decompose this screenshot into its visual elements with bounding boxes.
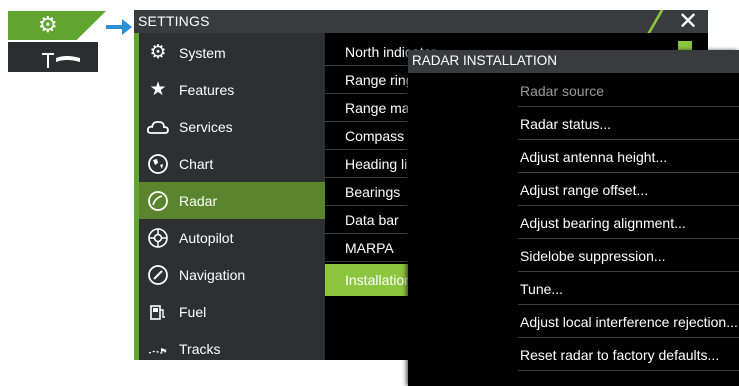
gear-icon: ⚙ — [149, 42, 167, 63]
dialog-item-label: Radar status... — [520, 116, 612, 132]
sidebar-item-services[interactable]: Services — [139, 108, 325, 145]
tune-button[interactable]: Tune... — [518, 272, 739, 305]
sidebar-item-autopilot[interactable]: Autopilot — [139, 219, 325, 256]
gear-icon: ⚙ — [38, 12, 58, 37]
dialog-item-label: Reset radar to factory defaults... — [520, 347, 720, 363]
compass-icon — [147, 264, 169, 286]
menu-item-label: Compass — [345, 128, 405, 144]
sidebar-item-label: Autopilot — [179, 230, 234, 246]
sidelobe-suppression-button[interactable]: Sidelobe suppression... — [518, 239, 739, 272]
sidebar-item-tracks[interactable]: Tracks — [139, 330, 325, 367]
sidebar-item-label: Services — [179, 119, 233, 135]
fuel-pump-icon — [147, 301, 169, 323]
dialog-title-bar: RADAR INSTALLATION — [408, 50, 739, 73]
sidebar-item-label: Fuel — [179, 304, 207, 320]
menu-item-label: Data bar — [345, 212, 399, 228]
cloud-icon — [146, 116, 169, 138]
dialog-item-label: Sidelobe suppression... — [520, 248, 666, 264]
dialog-item-label: Tune... — [520, 281, 564, 297]
title-bar: SETTINGS ✕ — [134, 10, 708, 34]
steering-wheel-icon — [147, 227, 169, 249]
adjust-antenna-height-button[interactable]: Adjust antenna height... — [518, 140, 739, 173]
sidebar-item-fuel[interactable]: Fuel — [139, 293, 325, 330]
arrow-right-icon — [106, 19, 132, 35]
sidebar-item-radar[interactable]: Radar — [139, 182, 325, 219]
adjust-local-interference-rejection-button[interactable]: Adjust local interference rejection... — [518, 305, 739, 338]
dialog-item-label: Adjust antenna height... — [520, 149, 668, 165]
sidebar-item-label: Navigation — [179, 267, 246, 283]
sidebar-item-features[interactable]: ★ Features — [139, 71, 325, 108]
globe-icon — [147, 153, 169, 175]
dialog-item-label: Adjust range offset... — [520, 182, 649, 198]
window-title: SETTINGS — [138, 13, 210, 29]
sidebar-item-label: Radar — [179, 193, 218, 209]
close-button[interactable]: ✕ — [672, 10, 704, 34]
settings-sidebar: ⚙ System ★ Features Services Chart Radar — [134, 33, 325, 360]
sidebar-item-label: Chart — [179, 156, 214, 172]
sidebar-item-label: Features — [179, 82, 235, 98]
radar-status-button[interactable]: Radar status... — [518, 107, 739, 140]
dialog-item-label: Adjust local interference rejection... — [520, 314, 738, 330]
dialog-item-label: Radar source — [520, 83, 605, 99]
title-accent — [647, 10, 664, 33]
radar-installation-dialog: RADAR INSTALLATION Radar source Radar st… — [408, 50, 739, 386]
dialog-item-label: Adjust bearing alignment... — [520, 215, 686, 231]
sidebar-item-navigation[interactable]: Navigation — [139, 256, 325, 293]
sidebar-item-system[interactable]: ⚙ System — [139, 34, 325, 71]
radar-icon — [147, 190, 169, 212]
sidebar-item-label: System — [179, 45, 226, 61]
tracks-icon — [147, 338, 169, 360]
menu-item-label: Installation — [345, 272, 412, 288]
star-icon: ★ — [149, 79, 167, 100]
radar-source-item: Radar source — [518, 74, 739, 107]
settings-app-tile[interactable]: ⚙ — [8, 11, 106, 40]
reset-radar-factory-defaults-button[interactable]: Reset radar to factory defaults... — [518, 338, 739, 371]
sidebar-item-chart[interactable]: Chart — [139, 145, 325, 182]
dialog-title: RADAR INSTALLATION — [412, 53, 558, 68]
radar-antenna-icon — [42, 53, 80, 68]
adjust-bearing-alignment-button[interactable]: Adjust bearing alignment... — [518, 206, 739, 239]
menu-item-label: Bearings — [345, 184, 401, 200]
sidebar-item-label: Tracks — [179, 341, 221, 357]
radar-app-tile[interactable] — [8, 42, 98, 72]
adjust-range-offset-button[interactable]: Adjust range offset... — [518, 173, 739, 206]
menu-item-label: MARPA — [345, 240, 394, 256]
